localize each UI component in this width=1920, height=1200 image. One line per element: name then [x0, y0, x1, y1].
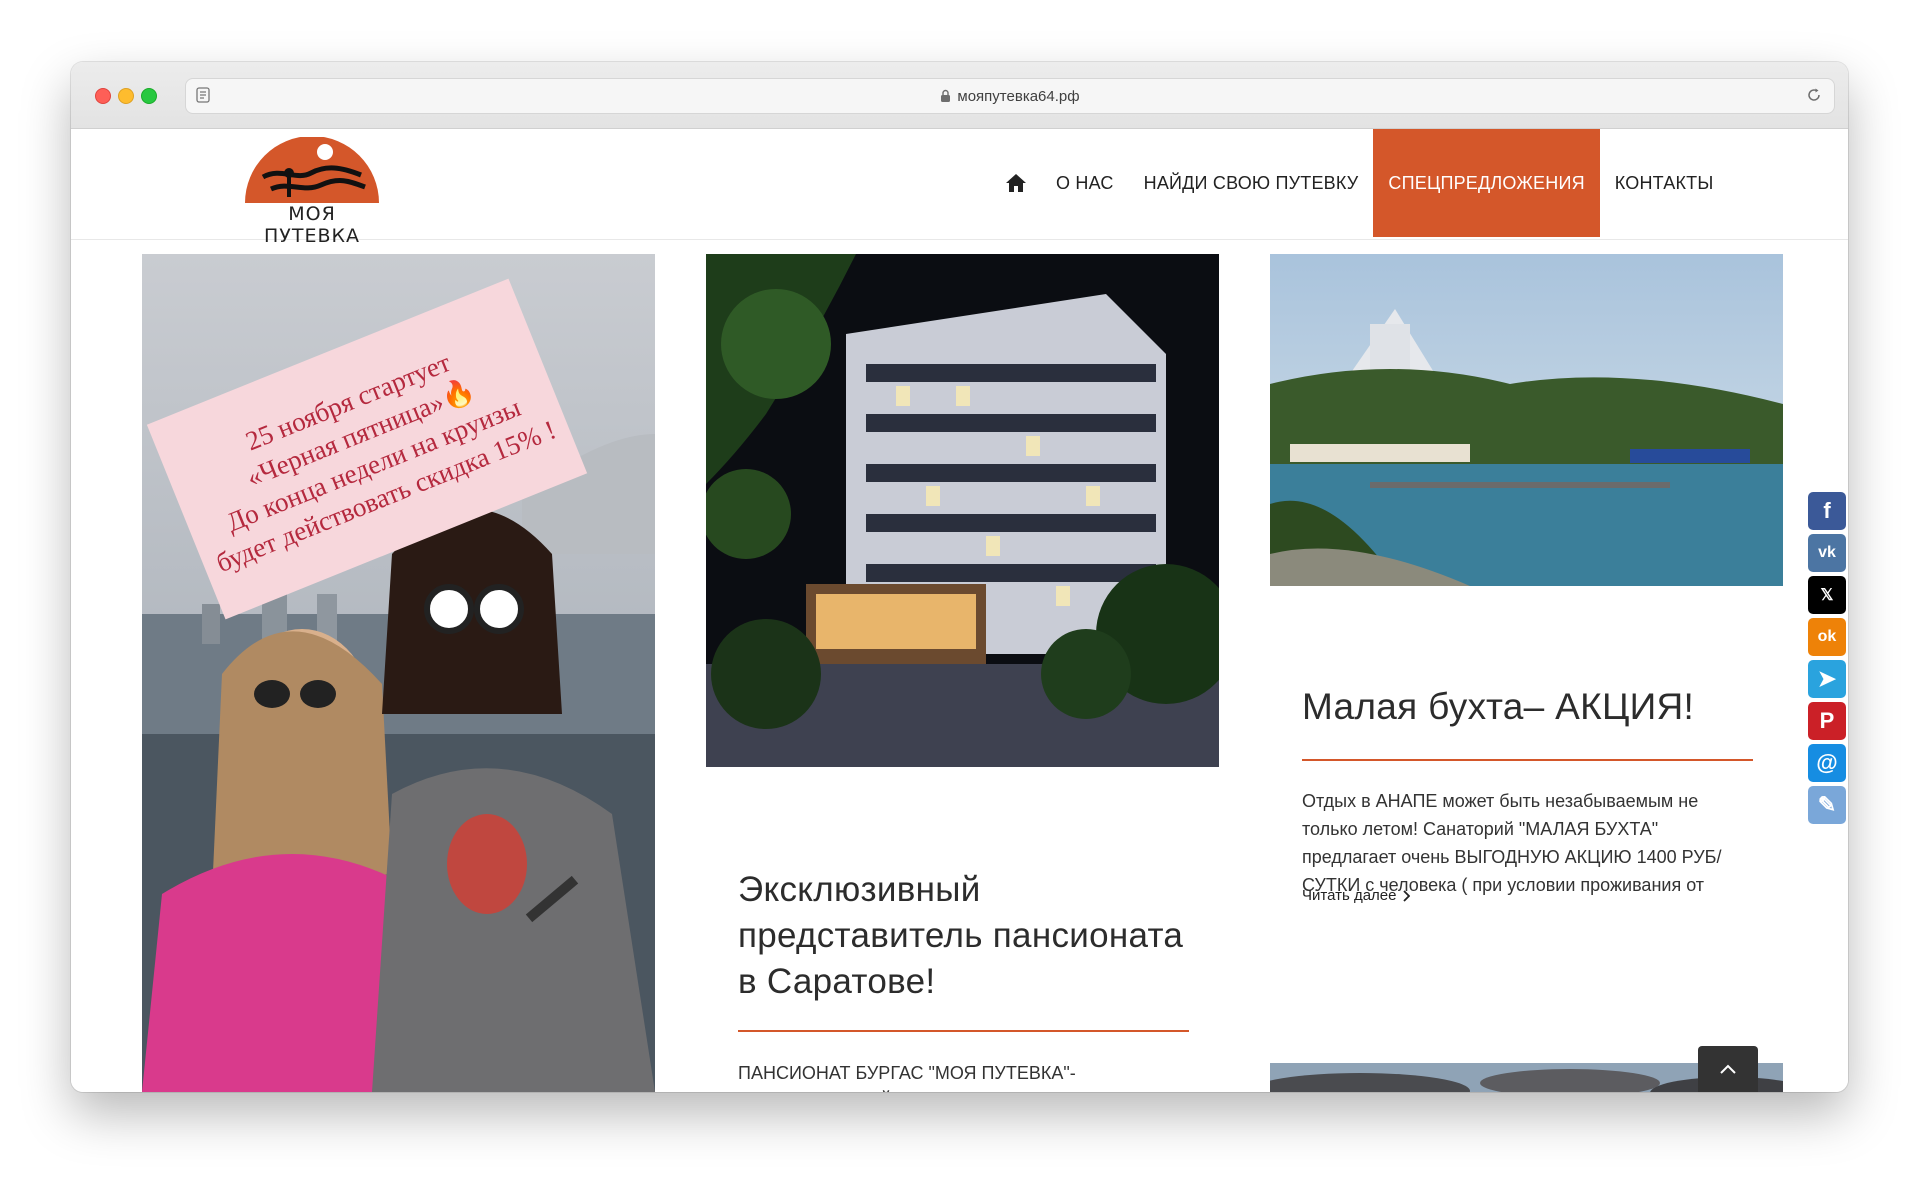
post3-divider [1302, 759, 1753, 761]
facebook-share-button[interactable]: f [1808, 492, 1846, 530]
nav-special-offers[interactable]: СПЕЦПРЕДЛОЖЕНИЯ [1373, 129, 1600, 237]
social-share-bar: f vk 𝕏ok ➤ P @ ✎ [1808, 492, 1846, 828]
pinterest-share-button[interactable]: P [1808, 702, 1846, 740]
nav-home[interactable] [991, 129, 1041, 237]
attachment-share-button[interactable]: ✎ [1808, 786, 1846, 824]
read-more-label: Читать далее [1302, 887, 1397, 904]
home-icon [1006, 174, 1026, 192]
attachment-icon: ✎ [1817, 792, 1837, 817]
close-window-button[interactable] [95, 88, 111, 104]
browser-window: мояпутевка64.рф МОЯ ПУТЕВКА О НАС НАЙДИ … [71, 62, 1848, 1092]
pansionat-photo[interactable] [706, 254, 1219, 767]
address-bar[interactable]: мояпутевка64.рф [185, 78, 1835, 114]
nav-about[interactable]: О НАС [1041, 129, 1129, 237]
x-share-button[interactable]: 𝕏 [1808, 576, 1846, 614]
black-friday-promo-image[interactable]: 25 ноября стартует «Черная пятница»🔥 До … [142, 254, 655, 1092]
telegram-icon: ➤ [1817, 666, 1837, 691]
reload-icon[interactable] [1806, 87, 1822, 103]
facebook-icon: f [1823, 498, 1831, 523]
chevron-right-icon [1403, 889, 1411, 902]
mail-icon: @ [1816, 750, 1838, 775]
telegram-share-button[interactable]: ➤ [1808, 660, 1846, 698]
odnoklassniki-icon: ok [1817, 628, 1837, 645]
nav-contacts[interactable]: КОНТАКТЫ [1600, 129, 1729, 237]
web-page: МОЯ ПУТЕВКА О НАС НАЙДИ СВОЮ ПУТЕВКУ СПЕ… [71, 129, 1848, 1092]
minimize-window-button[interactable] [118, 88, 134, 104]
pinterest-icon: P [1819, 708, 1835, 733]
read-more-link[interactable]: Читать далее [1302, 887, 1411, 904]
browser-titlebar: мояпутевка64.рф [71, 62, 1848, 129]
logo-emblem [245, 136, 379, 203]
chevron-up-icon [1720, 1064, 1736, 1074]
zoom-window-button[interactable] [141, 88, 157, 104]
vk-share-button[interactable]: vk [1808, 534, 1846, 572]
hotel-night-image [706, 254, 1219, 767]
lock-icon [941, 89, 951, 102]
post2-excerpt: ПАНСИОНАТ БУРГАС "МОЯ ПУТЕВКА"- ЭКСКЛЮЗИ… [738, 1063, 1182, 1092]
post3-title[interactable]: Малая бухта– АКЦИЯ! [1302, 686, 1762, 728]
seaside-resort-image [1270, 254, 1783, 586]
logo-text: МОЯ ПУТЕВКА [264, 203, 360, 247]
scroll-to-top-button[interactable] [1698, 1046, 1758, 1092]
main-navigation: О НАС НАЙДИ СВОЮ ПУТЕВКУ СПЕЦПРЕДЛОЖЕНИЯ… [991, 129, 1729, 237]
post2-divider [738, 1030, 1189, 1032]
post2-title[interactable]: Эксклюзивный представитель пансионата в … [738, 867, 1198, 1005]
site-logo[interactable]: МОЯ ПУТЕВКА [241, 136, 383, 247]
mail-share-button[interactable]: @ [1808, 744, 1846, 782]
odnoklassniki-share-button[interactable]: ok [1808, 618, 1846, 656]
vk-icon: vk [1818, 544, 1836, 561]
post3-excerpt: Отдых в АНАПЕ может быть незабываемым не… [1302, 791, 1722, 895]
url-text: мояпутевка64.рф [957, 87, 1080, 105]
site-header: МОЯ ПУТЕВКА О НАС НАЙДИ СВОЮ ПУТЕВКУ СПЕ… [71, 129, 1848, 247]
nav-find-tour[interactable]: НАЙДИ СВОЮ ПУТЕВКУ [1129, 129, 1374, 237]
malaya-bukhta-photo[interactable] [1270, 254, 1783, 586]
x-icon: 𝕏 [1820, 587, 1834, 604]
